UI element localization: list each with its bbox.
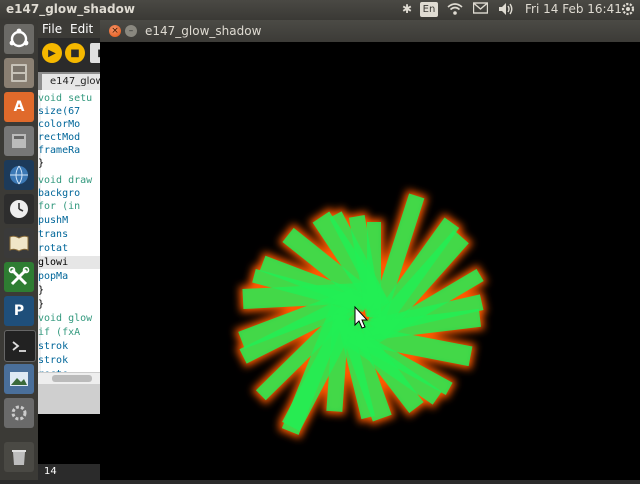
code-line[interactable]: rectMod (38, 131, 80, 144)
terminal-icon[interactable] (4, 330, 36, 362)
volume-icon[interactable] (498, 2, 514, 19)
active-app-title: e147_glow_shadow (6, 2, 135, 16)
message-area (38, 384, 100, 414)
ide-menubar: File Edit (38, 20, 100, 38)
settings-app-icon[interactable] (4, 398, 34, 428)
sketch-window-titlebar[interactable]: × – e147_glow_shadow (100, 20, 640, 42)
menu-file[interactable]: File (42, 22, 62, 36)
code-line[interactable]: glowi (38, 256, 68, 269)
stop-button[interactable]: ■ (65, 43, 85, 63)
book-icon[interactable] (4, 228, 34, 258)
sketch-window-title: e147_glow_shadow (145, 24, 262, 38)
code-line[interactable]: } (38, 298, 44, 311)
launcher-sidebar: A P (0, 20, 39, 480)
dash-home-icon[interactable] (4, 24, 34, 54)
clock-datetime[interactable]: Fri 14 Feb 16:41 (525, 2, 622, 16)
tools-icon[interactable] (4, 262, 34, 292)
code-line[interactable]: } (38, 157, 44, 170)
code-line[interactable]: strok (38, 354, 68, 367)
clock-app-icon[interactable] (4, 194, 34, 224)
line-number-status: 14 (38, 464, 100, 480)
code-line[interactable]: strok (38, 340, 68, 353)
run-button[interactable]: ▶ (42, 43, 62, 63)
code-line[interactable]: void glow (38, 312, 92, 325)
code-line[interactable]: popMa (38, 270, 68, 283)
sketch-canvas[interactable] (100, 42, 640, 480)
menu-edit[interactable]: Edit (70, 22, 93, 36)
ide-toolbar: ▶ ■ ▮ (38, 38, 100, 72)
code-line[interactable]: trans (38, 228, 68, 241)
top-panel: e147_glow_shadow ✱ En Fri 14 Feb 16:41 (0, 0, 640, 20)
code-line[interactable]: } (38, 284, 44, 297)
code-line[interactable]: for (in (38, 200, 80, 213)
code-line[interactable]: colorMo (38, 118, 80, 131)
keyboard-layout-indicator[interactable]: En (420, 2, 438, 17)
sketch-window: × – e147_glow_shadow (100, 20, 640, 480)
processing-ide-window: File Edit ▶ ■ ▮ e147_glow void setu size… (38, 20, 100, 480)
code-line[interactable]: void setu (38, 92, 92, 105)
scrollbar-thumb[interactable] (52, 375, 92, 382)
code-line[interactable]: pushM (38, 214, 68, 227)
code-line[interactable]: void draw (38, 174, 92, 187)
console-area[interactable] (38, 414, 100, 464)
minimize-button[interactable]: – (125, 25, 137, 37)
tab-sketch[interactable]: e147_glow (42, 74, 100, 90)
close-button[interactable]: × (109, 25, 121, 37)
code-line[interactable]: if (fxA (38, 326, 80, 339)
code-line[interactable]: size(67 (38, 105, 80, 118)
file-cabinet-icon[interactable] (4, 58, 34, 88)
mail-icon[interactable] (472, 2, 489, 17)
globe-icon[interactable] (4, 160, 34, 190)
code-line[interactable]: frameRa (38, 144, 80, 157)
code-line[interactable]: backgro (38, 187, 80, 200)
software-center-icon[interactable]: A (4, 92, 34, 122)
wifi-icon[interactable] (447, 2, 463, 19)
image-viewer-icon[interactable] (4, 364, 34, 394)
code-editor[interactable]: void setu size(67 colorMo rectMod frameR… (38, 90, 100, 384)
trash-icon[interactable] (4, 442, 34, 472)
processing-p-icon[interactable]: P (4, 296, 34, 326)
bluetooth-icon[interactable]: ✱ (402, 2, 412, 16)
debug-button[interactable]: ▮ (90, 43, 100, 63)
ide-tabbar: e147_glow (38, 72, 100, 90)
code-line[interactable]: rotat (38, 242, 68, 255)
power-gear-icon[interactable] (621, 2, 635, 19)
files-icon[interactable] (4, 126, 34, 156)
glow-shadow-artwork (234, 189, 488, 439)
